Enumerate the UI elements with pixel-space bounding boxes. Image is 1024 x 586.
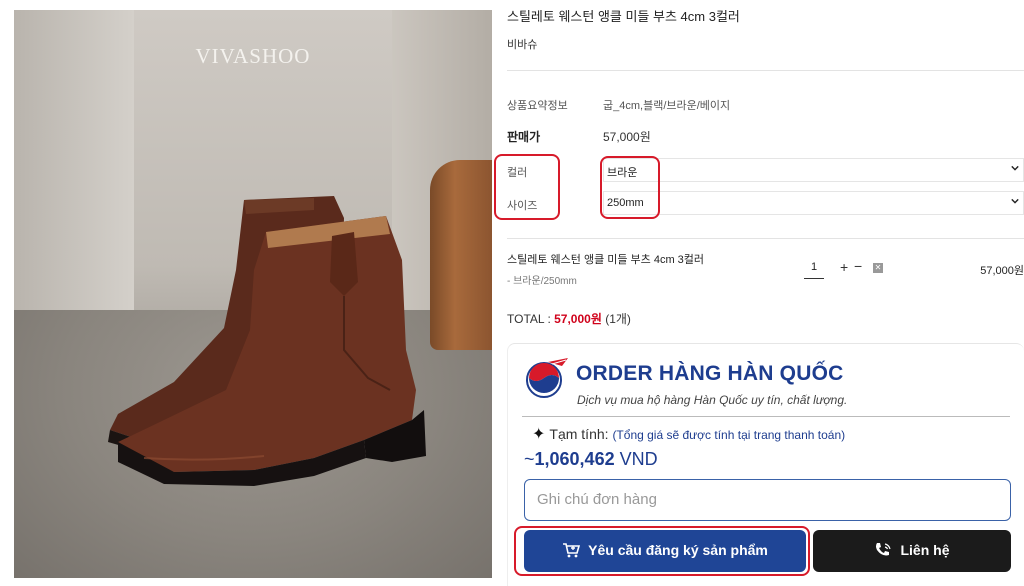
boots-illustration [108, 196, 426, 486]
highlight-box-values [600, 156, 660, 219]
order-widget: ORDER HÀNG HÀN QUỐC Dịch vụ mua hộ hàng … [507, 343, 1024, 586]
divider [522, 416, 1010, 417]
total-price: TOTAL : 57,000원 (1개) [507, 310, 631, 327]
selected-item-name: 스틸레토 웨스턴 앵클 미들 부츠 4cm 3컬러 [507, 254, 705, 266]
selected-item-option: - 브라운/250mm [507, 276, 577, 287]
total-amount: 57,000원 [554, 312, 602, 326]
estimate-row: ✦ Tạm tính: (Tổng giá sẽ được tính tại tr… [532, 424, 845, 444]
size-select[interactable]: 250mm [603, 191, 1024, 215]
selected-item-price: 57,000원 [980, 265, 1024, 277]
quantity-plus-button[interactable]: + [840, 259, 848, 275]
vnd-currency: VND [619, 449, 658, 469]
summary-value: 굽_4cm,블랙/브라운/베이지 [603, 100, 731, 112]
highlight-box-labels [494, 154, 560, 220]
estimate-label: Tạm tính: [549, 426, 609, 442]
order-title: ORDER HÀNG HÀN QUỐC [576, 362, 844, 385]
phone-icon [876, 543, 892, 556]
sparkle-icon: ✦ [532, 426, 546, 443]
order-subtitle: Dịch vụ mua hộ hàng Hàn Quốc uy tín, chấ… [577, 393, 848, 407]
estimate-amount: ~1,060,462 VND [524, 449, 658, 470]
chevron-down-icon [1011, 198, 1019, 204]
product-brand[interactable]: 비바슈 [507, 36, 537, 52]
vnd-amount: 1,060,462 [534, 449, 615, 469]
price-value: 57,000원 [603, 130, 651, 144]
quantity-minus-button[interactable]: − [854, 258, 862, 274]
tilde: ~ [524, 449, 535, 469]
contact-label: Liên hệ [900, 542, 950, 558]
remove-item-button[interactable]: ✕ [873, 263, 883, 273]
product-image: VIVASHOO [14, 10, 492, 578]
price-label: 판매가 [507, 130, 541, 144]
total-label: TOTAL : [507, 312, 555, 326]
summary-label: 상품요약정보 [507, 100, 568, 112]
estimate-note: (Tổng giá sẽ được tính tại trang thanh t… [612, 428, 846, 442]
product-info-panel: 스틸레토 웨스턴 앵클 미들 부츠 4cm 3컬러 비바슈 상품요약정보 굽_4… [494, 0, 1024, 586]
contact-button[interactable]: Liên hệ [813, 530, 1011, 572]
chevron-down-icon [1011, 165, 1019, 171]
highlight-box-order-button [514, 526, 810, 576]
total-count: (1개) [601, 312, 631, 326]
product-title: 스틸레토 웨스턴 앵클 미들 부츠 4cm 3컬러 [507, 9, 740, 24]
color-select[interactable]: 브라운 [603, 158, 1024, 182]
divider [507, 70, 1024, 71]
order-note-input[interactable]: Ghi chú đơn hàng [524, 479, 1011, 521]
quantity-input[interactable]: 1 [804, 261, 824, 279]
order-logo-icon [526, 358, 568, 398]
divider [507, 238, 1024, 239]
